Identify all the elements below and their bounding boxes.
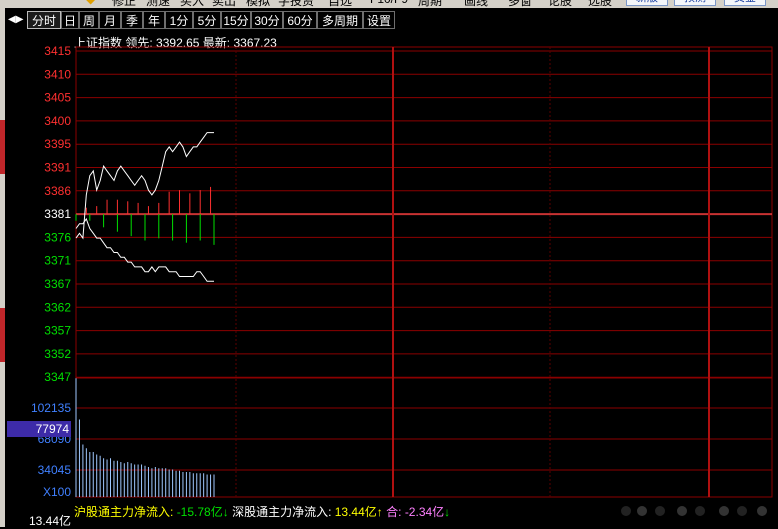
price-axis-label: 3391: [44, 161, 71, 175]
volume-axis-label: 102135: [31, 401, 71, 415]
intraday-chart[interactable]: 3415 3410 3405 3400 3395 3391 3386 3381 3376 3371…: [0, 0, 778, 527]
price-axis-label: 3347: [44, 370, 71, 384]
price-axis-label: 3371: [44, 254, 71, 268]
total-flow-label: 合:: [386, 505, 402, 519]
price-axis-label: 3395: [44, 137, 71, 151]
capital-flow-bar: 沪股通主力净流入: -15.78亿↓ 深股通主力净流入: 13.44亿↑ 合: …: [74, 503, 450, 519]
price-axis-label: 3405: [44, 91, 71, 105]
up-arrow-icon: ↑: [376, 505, 383, 519]
down-arrow-icon: ↓: [222, 505, 229, 519]
price-axis-label: 3410: [44, 67, 71, 81]
left-flow-value: 13.44亿: [29, 514, 72, 528]
volume-highlight-value: 77974: [35, 422, 69, 436]
price-axis-label: 3400: [44, 114, 71, 128]
chart-frame: [75, 46, 773, 498]
sz-flow-value: 13.44亿: [334, 505, 377, 519]
price-axis-label: 3352: [44, 347, 71, 361]
watermark-dots: [621, 506, 767, 516]
volume-highlight-label: 77974: [7, 421, 71, 437]
sh-flow-label: 沪股通主力净流入:: [74, 505, 174, 519]
price-axis-label: 3381: [44, 207, 71, 221]
left-flow-box: 13.44亿: [5, 511, 75, 528]
total-flow-value: -2.34亿: [404, 505, 445, 519]
price-axis-label: 3357: [44, 324, 71, 338]
price-axis-label: 3376: [44, 230, 71, 244]
volume-axis-label: 34045: [38, 463, 72, 477]
price-axis-label: 3362: [44, 300, 71, 314]
price-axis-label: 3415: [44, 44, 71, 58]
sz-flow-label: 深股通主力净流入:: [232, 505, 332, 519]
sh-flow-value: -15.78亿: [176, 505, 223, 519]
volume-axis-label: X100: [43, 485, 71, 499]
down-arrow-icon: ↓: [444, 505, 451, 519]
price-axis-label: 3386: [44, 184, 71, 198]
price-axis-label: 3367: [44, 277, 71, 291]
